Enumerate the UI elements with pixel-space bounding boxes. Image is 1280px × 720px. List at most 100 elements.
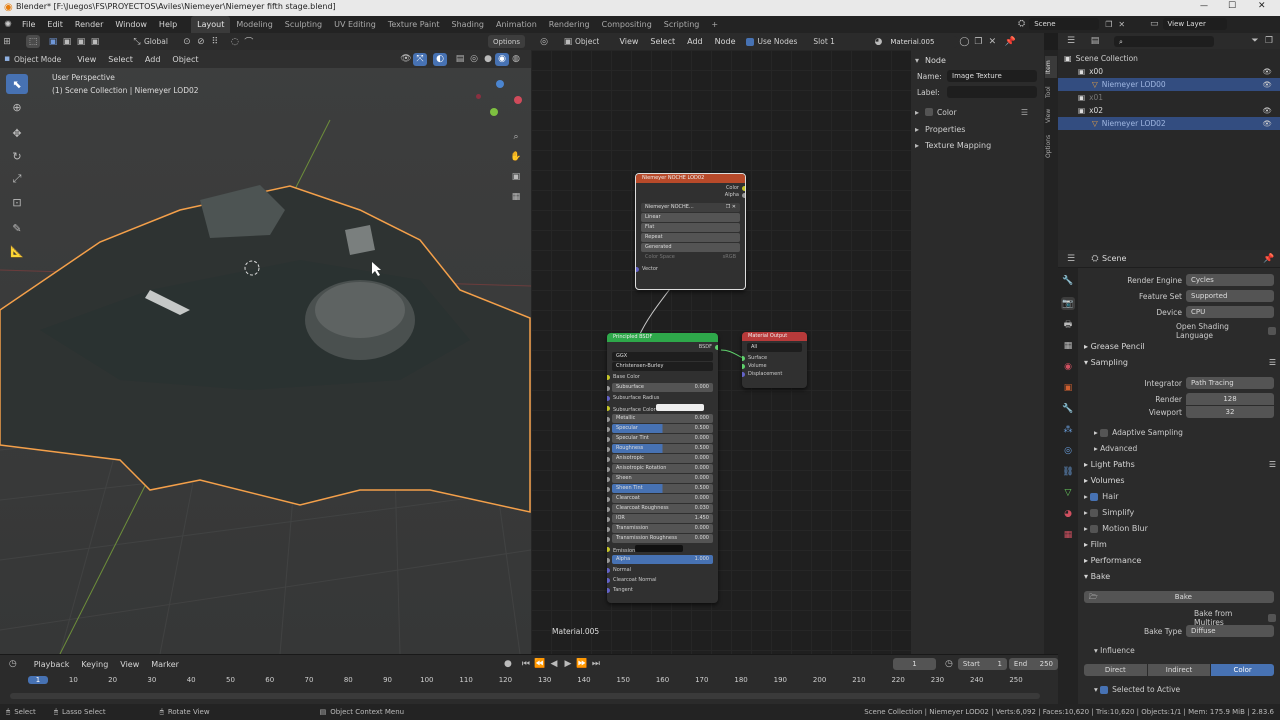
render-samples-field[interactable]: 128 — [1186, 393, 1274, 405]
influence-color-toggle[interactable]: Color — [1211, 664, 1275, 676]
bsdf-input-socket[interactable] — [607, 417, 610, 422]
next-key-icon[interactable]: ⏩ — [575, 658, 589, 671]
move-tool-icon[interactable]: ✥ — [6, 123, 28, 143]
slot-selector[interactable]: Slot 1 — [813, 37, 865, 46]
view-layer-tab-icon[interactable]: ▦ — [1061, 339, 1075, 352]
material-tab-icon[interactable]: ◕ — [1061, 507, 1075, 520]
cursor-tool-icon[interactable]: ⊕ — [6, 97, 28, 117]
zoom-icon[interactable]: ⌕ — [509, 130, 523, 143]
bsdf-input-row[interactable]: Tangent — [607, 585, 718, 595]
pivot-icon[interactable]: ⊙ — [180, 35, 194, 48]
tab-item[interactable]: Item — [1045, 56, 1057, 78]
measure-tool-icon[interactable]: 📐 — [6, 241, 28, 261]
influence-panel[interactable]: ▾ Influence — [1094, 646, 1135, 655]
unlink-material-icon[interactable]: ✕ — [985, 35, 999, 48]
menu-edit[interactable]: Edit — [41, 16, 69, 33]
prev-key-icon[interactable]: ⏪ — [533, 658, 547, 671]
tab-tool[interactable]: Tool — [1045, 82, 1057, 102]
texture-tab-icon[interactable]: ▦ — [1061, 528, 1075, 541]
play-icon[interactable]: ▶ — [561, 658, 575, 671]
scale-tool-icon[interactable]: ⤢ — [6, 169, 28, 189]
tab-options[interactable]: Options — [1045, 130, 1057, 162]
advanced-panel[interactable]: ▸ Advanced — [1094, 444, 1137, 453]
options-menu[interactable]: Options — [487, 35, 525, 48]
node-name-field[interactable]: Image Texture — [947, 70, 1037, 82]
color-panel-expand-icon[interactable]: ▸ — [915, 108, 919, 117]
bsdf-input-row[interactable]: Normal — [607, 565, 718, 575]
output-tab-icon[interactable]: 🖶 — [1061, 318, 1075, 331]
node-panel-collapse-icon[interactable]: ▾ — [915, 56, 919, 65]
outliner-item[interactable]: ▽ Niemeyer LOD00 👁 — [1058, 78, 1280, 91]
tab-texture-paint[interactable]: Texture Paint — [382, 16, 446, 33]
bsdf-sss-method[interactable]: Christensen-Burley — [612, 362, 713, 371]
menu-help[interactable]: Help — [153, 16, 183, 33]
menu-window[interactable]: Window — [109, 16, 153, 33]
visibility-eye-icon[interactable]: 👁 — [1262, 80, 1272, 89]
color-presets-icon[interactable]: ☰ — [1021, 108, 1028, 117]
bsdf-input-socket[interactable] — [607, 517, 610, 522]
principled-bsdf-node[interactable]: Principled BSDF BSDF GGX Christensen-Bur… — [607, 333, 718, 603]
timeline-keying-menu[interactable]: Keying — [75, 656, 114, 673]
navigation-gizmo[interactable] — [476, 78, 526, 118]
light-paths-panel[interactable]: ▸ Light Paths ☰ — [1084, 460, 1276, 469]
falloff-icon[interactable]: ⌒ — [242, 35, 256, 48]
tex-extension[interactable]: Repeat — [641, 233, 740, 242]
current-frame-field[interactable]: 1 — [892, 658, 937, 670]
ortho-grid-icon[interactable]: ▦ — [509, 190, 523, 203]
node-menu-select[interactable]: Select — [644, 33, 681, 50]
shader-type-selector[interactable]: Object — [575, 37, 599, 46]
maximize-button[interactable]: ☐ — [1228, 1, 1236, 11]
tab-animation[interactable]: Animation — [490, 16, 543, 33]
bsdf-distribution[interactable]: GGX — [612, 352, 713, 361]
device-dropdown[interactable]: CPU — [1186, 306, 1274, 318]
bsdf-input-socket[interactable] — [607, 396, 610, 401]
visibility-icon[interactable]: 👁 — [399, 53, 413, 66]
outliner-filter-icon[interactable]: ⏷ — [1248, 35, 1262, 48]
play-reverse-icon[interactable]: ◀ — [547, 658, 561, 671]
bsdf-input-socket[interactable] — [607, 487, 610, 492]
gizmo-icon[interactable]: ⤧ — [413, 52, 427, 66]
volumes-panel[interactable]: ▸ Volumes — [1084, 476, 1124, 485]
bsdf-input-socket[interactable] — [607, 427, 610, 432]
bsdf-input-row[interactable]: Sheen Tint 0.500 — [607, 484, 713, 493]
transform-orientation[interactable]: Global — [144, 37, 168, 46]
tab-modeling[interactable]: Modeling — [230, 16, 278, 33]
jump-end-icon[interactable]: ⏭ — [589, 658, 603, 671]
tab-layout[interactable]: Layout — [191, 16, 231, 33]
bsdf-input-row[interactable]: Specular 0.500 — [607, 424, 713, 433]
pan-hand-icon[interactable]: ✋ — [509, 150, 523, 163]
bake-type-dropdown[interactable]: Diffuse — [1186, 625, 1274, 637]
material-output-node[interactable]: Material Output All Surface Volume Displ… — [742, 332, 807, 388]
material-name-field[interactable]: Material.005 — [885, 35, 958, 48]
tex-projection[interactable]: Flat — [641, 223, 740, 232]
outliner-item[interactable]: ▣ x00 👁 — [1058, 65, 1280, 78]
shader-node-editor[interactable]: Niemeyer NOCHE LOD02 Color Alpha Niemeye… — [531, 50, 911, 654]
visibility-eye-icon[interactable]: 👁 — [1262, 106, 1272, 115]
visibility-eye-icon[interactable]: 👁 — [1262, 67, 1272, 76]
osl-checkbox[interactable] — [1268, 327, 1276, 335]
overlay-icon[interactable]: ◐ — [433, 52, 447, 66]
add-workspace-button[interactable]: + — [705, 16, 724, 33]
texture-mapping-panel-header[interactable]: Texture Mapping — [925, 141, 991, 150]
data-tab-icon[interactable]: ▽ — [1061, 486, 1075, 499]
world-tab-icon[interactable]: ▣ — [1061, 381, 1075, 394]
bsdf-input-row[interactable]: Anisotropic 0.000 — [607, 454, 713, 463]
bsdf-input-socket[interactable] — [607, 457, 610, 462]
preview-range-icon[interactable]: ◷ — [942, 658, 956, 671]
bsdf-input-row[interactable]: Subsurface 0.000 — [607, 383, 713, 392]
annotate-tool-icon[interactable]: ✎ — [6, 218, 28, 238]
bsdf-input-socket[interactable] — [607, 467, 610, 472]
timeline-ruler[interactable]: 1 10 20 30 40 50 60 70 80 90 100 110 120 130 140 150 160… — [0, 675, 1058, 689]
render-engine-dropdown[interactable]: Cycles — [1186, 274, 1274, 286]
bsdf-input-row[interactable]: Subsurface Color — [607, 403, 718, 413]
tex-alpha-output[interactable]: Alpha — [636, 190, 745, 200]
shading-solid-icon[interactable]: ● — [481, 53, 495, 66]
select-mode-invert-icon[interactable]: ▣ — [88, 35, 102, 48]
node-menu-node[interactable]: Node — [709, 33, 742, 50]
fake-user-icon[interactable]: ◯ — [957, 35, 971, 48]
tab-shading[interactable]: Shading — [445, 16, 490, 33]
output-target[interactable]: All — [747, 343, 802, 352]
bsdf-input-socket[interactable] — [607, 547, 610, 552]
tab-uv-editing[interactable]: UV Editing — [328, 16, 382, 33]
film-panel[interactable]: ▸ Film — [1084, 540, 1107, 549]
